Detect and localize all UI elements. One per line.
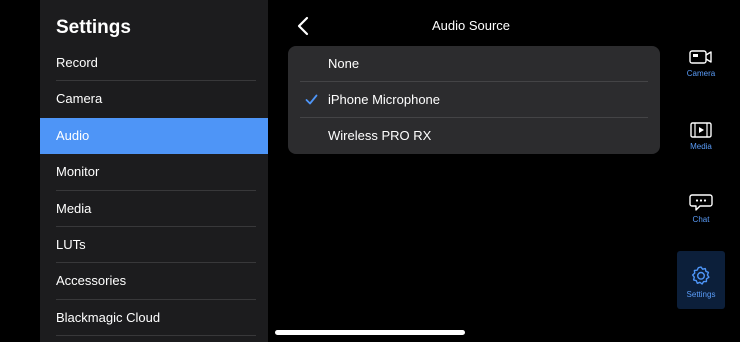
audio-source-header: Audio Source [268, 0, 674, 50]
sidebar-item-accessories[interactable]: Accessories [40, 263, 268, 301]
chat-bubble-icon [689, 194, 713, 211]
tab-chat[interactable]: Chat [677, 192, 725, 250]
tab-bar: Camera Media Chat Settings [674, 0, 730, 342]
tab-settings[interactable]: Settings [677, 251, 725, 309]
tab-media[interactable]: Media [677, 121, 725, 179]
sidebar-item-audio[interactable]: Audio [40, 117, 268, 155]
sidebar-item-media[interactable]: Media [40, 191, 268, 228]
settings-sidebar: Settings Record Camera Audio Monitor Med… [40, 0, 268, 342]
audio-source-options: None iPhone Microphone Wireless PRO RX [288, 46, 660, 154]
option-label: Wireless PRO RX [328, 128, 432, 143]
film-icon [690, 122, 712, 138]
option-wireless-pro-rx[interactable]: Wireless PRO RX [288, 118, 660, 154]
tab-label: Settings [686, 290, 716, 299]
option-label: None [328, 56, 360, 71]
sidebar-title: Settings [56, 17, 131, 38]
gear-icon [691, 266, 710, 285]
camera-icon [689, 50, 712, 64]
home-indicator [275, 330, 465, 335]
option-iphone-microphone[interactable]: iPhone Microphone [288, 82, 660, 118]
tab-label: Media [690, 142, 712, 151]
tab-camera[interactable]: Camera [677, 48, 725, 106]
sidebar-item-luts[interactable]: LUTs [40, 227, 268, 264]
sidebar-item-camera[interactable]: Camera [40, 81, 268, 117]
sidebar-item-monitor[interactable]: Monitor [40, 154, 268, 191]
page-title: Audio Source [431, 18, 511, 33]
option-label: iPhone Microphone [328, 92, 441, 107]
sidebar-list: Record Camera Audio Monitor Media LUTs A… [40, 45, 268, 337]
option-none[interactable]: None [288, 46, 660, 82]
sidebar-item-blackmagic-cloud[interactable]: Blackmagic Cloud [40, 300, 268, 337]
tab-label: Camera [686, 69, 716, 78]
tab-label: Chat [692, 215, 710, 224]
sidebar-item-record[interactable]: Record [40, 45, 268, 82]
checkmark-icon [305, 94, 318, 105]
